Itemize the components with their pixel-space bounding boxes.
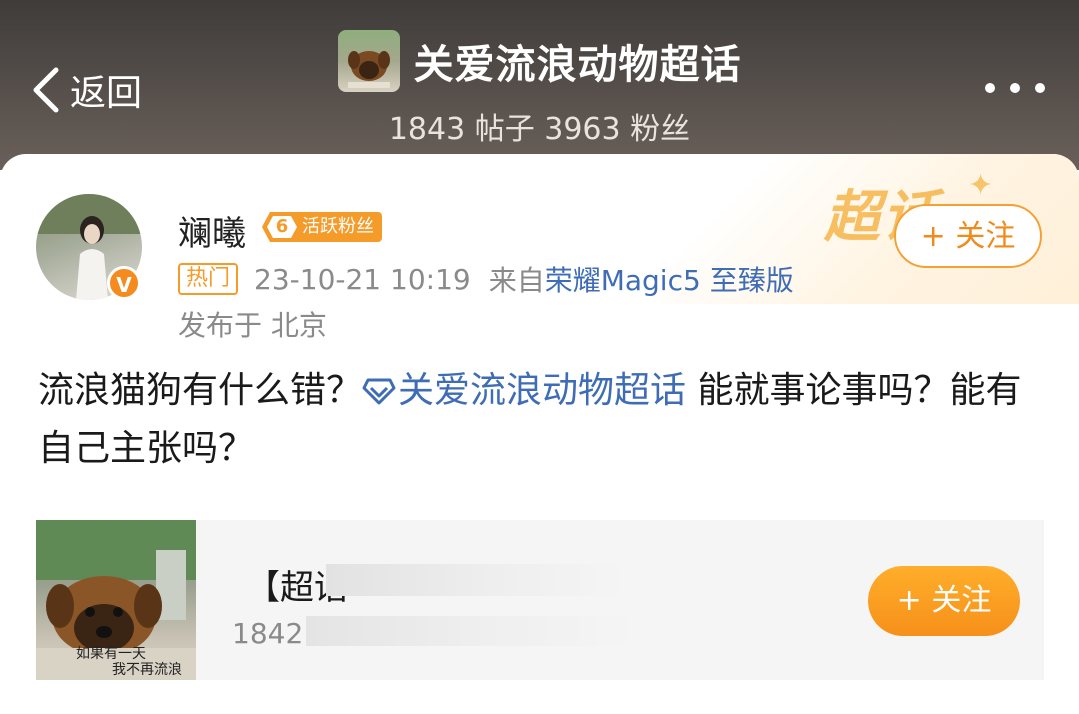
follow-button[interactable]: + 关注 <box>894 204 1042 268</box>
post-meta: 热门 23-10-21 10:19 来自 荣耀Magic5 至臻版 <box>178 260 794 298</box>
share-card-follow-button[interactable]: + 关注 <box>868 566 1020 636</box>
verified-badge-icon: V <box>107 266 141 300</box>
sparkle-icon: ✦ <box>968 168 994 203</box>
topic-share-card[interactable]: 如果有一天 我不再流浪 【超话 1842 帖 + 关注 <box>36 520 1044 680</box>
fan-level-number: 6 <box>275 216 289 237</box>
top-bar: 返回 关爱流浪动物超话 1843 帖子 3963 粉丝 <box>0 0 1079 170</box>
blurred-title-redaction <box>326 564 626 596</box>
source-link[interactable]: 荣耀Magic5 至臻版 <box>545 259 794 299</box>
fan-badge[interactable]: 6 活跃粉丝 <box>262 212 382 242</box>
topic-link-label: 关爱流浪动物超话 <box>398 370 687 411</box>
hot-tag: 热门 <box>178 263 239 295</box>
fan-badge-label: 活跃粉丝 <box>294 212 382 242</box>
more-options-icon[interactable] <box>985 76 1045 100</box>
thumbnail-caption: 如果有一天 我不再流浪 <box>76 646 182 678</box>
post-timestamp: 23-10-21 10:19 <box>254 262 471 296</box>
post-card: 超话 ✦ V 斓曦 6 活跃粉丝 热门 23-10-21 10:19 来自 荣耀… <box>0 154 1079 714</box>
source-prefix: 来自 <box>488 264 545 297</box>
topic-header: 关爱流浪动物超话 1843 帖子 3963 粉丝 <box>0 30 1079 148</box>
post-text-start: 流浪猫狗有什么错？ <box>38 370 363 411</box>
topic-link[interactable]: 关爱流浪动物超话 <box>362 370 686 411</box>
username[interactable]: 斓曦 <box>178 206 246 255</box>
diamond-icon <box>362 378 396 405</box>
blurred-stats-redaction <box>306 616 636 646</box>
share-card-thumbnail: 如果有一天 我不再流浪 <box>36 520 196 680</box>
post-text: 流浪猫狗有什么错？ 关爱流浪动物超话 能就事论事吗？能有自己主张吗？ <box>38 362 1038 478</box>
fan-level-icon: 6 <box>262 212 302 242</box>
topic-stats: 1843 帖子 3963 粉丝 <box>388 112 691 147</box>
topic-title: 关爱流浪动物超话 <box>413 42 742 88</box>
topic-thumbnail <box>337 30 400 92</box>
post-location: 发布于 北京 <box>178 309 327 342</box>
